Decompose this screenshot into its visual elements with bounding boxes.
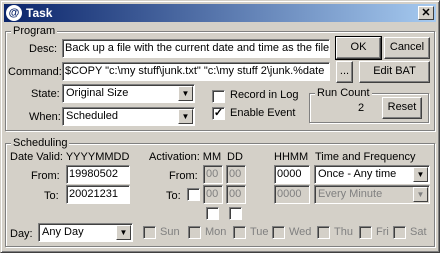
record-in-log-checkbox[interactable] [212, 90, 225, 103]
date-from-field[interactable]: 19980502 [66, 165, 130, 184]
wed-label: Wed [289, 226, 312, 238]
day-label: Day: [10, 228, 33, 240]
activation-from-hhmm-field[interactable]: 0000 [274, 165, 310, 184]
activation-from-label: From: [169, 170, 198, 182]
dd-checkbox[interactable] [229, 207, 242, 220]
tue-label: Tue [250, 226, 269, 238]
frequency-value: Once - Any time [318, 168, 397, 180]
cancel-button[interactable]: Cancel [384, 37, 430, 59]
activation-to-checkbox[interactable] [187, 188, 200, 201]
reset-button[interactable]: Reset [382, 97, 422, 119]
date-to-field[interactable]: 20021231 [66, 185, 130, 204]
chevron-down-icon[interactable]: ▼ [116, 225, 131, 240]
thu-label: Thu [334, 226, 353, 238]
sat-checkbox[interactable] [393, 226, 406, 239]
desc-field[interactable]: Back up a file with the current date and… [62, 39, 330, 58]
repeat-frequency-select[interactable]: Every Minute ▼ [314, 185, 430, 204]
window-title: Task [26, 6, 53, 20]
task-window: @ Task ✕ Program Desc: Back up a file wi… [0, 0, 440, 253]
chevron-down-icon[interactable]: ▼ [178, 109, 193, 124]
run-count-label: Run Count [315, 87, 372, 99]
sun-label: Sun [160, 226, 180, 238]
desc-label: Desc: [29, 43, 58, 55]
sat-label: Sat [410, 226, 427, 238]
to-label: To: [44, 190, 59, 202]
when-label: When: [29, 111, 61, 123]
mon-label: Mon [205, 226, 227, 238]
title-bar[interactable]: @ Task ✕ [4, 4, 436, 22]
fri-label: Fri [376, 226, 389, 238]
enable-event-checkbox[interactable]: ✓ [212, 107, 225, 120]
enable-event-label: Enable Event [230, 107, 296, 119]
activation-to-label: To: [166, 190, 181, 202]
activation-mm-label: Activation: MM [149, 151, 222, 163]
program-group-label: Program [11, 25, 58, 37]
activation-from-dd-field[interactable]: 00 [226, 165, 246, 184]
fri-checkbox[interactable] [359, 226, 372, 239]
day-value: Any Day [42, 226, 84, 238]
record-in-log-label: Record in Log [230, 89, 299, 101]
thu-checkbox[interactable] [317, 226, 330, 239]
close-icon[interactable]: ✕ [418, 6, 434, 20]
from-label: From: [31, 170, 60, 182]
activation-to-mm-field[interactable]: 00 [203, 185, 223, 204]
activation-from-mm-field[interactable]: 00 [203, 165, 223, 184]
activation-to-dd-field[interactable]: 00 [226, 185, 246, 204]
chevron-down-icon[interactable]: ▼ [413, 187, 428, 202]
run-count-value: 2 [358, 102, 365, 114]
state-label: State: [31, 88, 60, 100]
command-label: Command: [8, 66, 62, 78]
repeat-frequency-value: Every Minute [318, 188, 383, 200]
day-select[interactable]: Any Day ▼ [38, 223, 133, 242]
browse-button[interactable]: ... [336, 61, 353, 83]
edit-bat-button[interactable]: Edit BAT [359, 61, 430, 83]
chevron-down-icon[interactable]: ▼ [413, 167, 428, 182]
time-frequency-label: Time and Frequency [315, 151, 416, 163]
frequency-select[interactable]: Once - Any time ▼ [314, 165, 430, 184]
mon-checkbox[interactable] [188, 226, 201, 239]
hhmm-label: HHMM [274, 151, 309, 163]
when-value: Scheduled [66, 110, 118, 122]
mm-checkbox[interactable] [206, 207, 219, 220]
tue-checkbox[interactable] [233, 226, 246, 239]
scheduling-group-label: Scheduling [11, 137, 70, 149]
app-icon: @ [6, 5, 22, 21]
state-value: Original Size [66, 87, 129, 99]
dd-label: DD [227, 151, 243, 163]
command-field[interactable]: $COPY "c:\my stuff\junk.txt" "c:\my stuf… [62, 62, 330, 81]
ok-button[interactable]: OK [335, 36, 382, 60]
activation-to-hhmm-field[interactable]: 0000 [274, 185, 310, 204]
state-select[interactable]: Original Size ▼ [62, 84, 195, 103]
sun-checkbox[interactable] [143, 226, 156, 239]
when-select[interactable]: Scheduled ▼ [62, 107, 195, 126]
wed-checkbox[interactable] [272, 226, 285, 239]
chevron-down-icon[interactable]: ▼ [178, 86, 193, 101]
date-valid-label: Date Valid: YYYYMMDD [10, 151, 130, 163]
